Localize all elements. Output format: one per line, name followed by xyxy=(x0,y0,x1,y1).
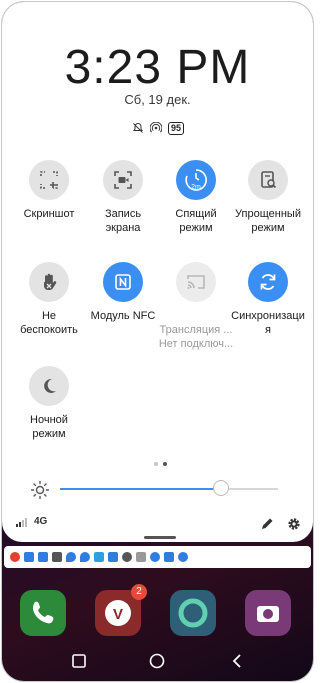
notification-badge: 2 xyxy=(131,584,147,600)
date: Сб, 19 дек. xyxy=(124,92,191,107)
tile-label: Синхронизаци я xyxy=(231,310,305,336)
cast-title: Трансляция ... xyxy=(159,324,233,336)
night-mode-icon xyxy=(29,366,69,406)
notification-icons-bar[interactable] xyxy=(4,546,311,568)
gear-icon[interactable] xyxy=(286,516,302,532)
do-not-disturb-icon xyxy=(29,262,69,302)
edge-app-icon[interactable] xyxy=(170,590,216,636)
tile-label: Спящий режим xyxy=(175,208,217,234)
sleep-timer-badge: 2m xyxy=(191,184,201,191)
gallery-app-icon xyxy=(164,552,174,562)
tile-label: Ночной режим xyxy=(30,414,68,440)
video-app-icon xyxy=(24,552,34,562)
screen-record-icon xyxy=(103,160,143,200)
tile-sync[interactable]: Синхронизаци я xyxy=(229,262,307,337)
hotspot-icon xyxy=(150,122,162,133)
camera-app-icon[interactable] xyxy=(245,590,291,636)
brightness-icon xyxy=(30,480,50,500)
panel-drag-handle[interactable] xyxy=(144,536,176,539)
clock: 3:23 PM xyxy=(64,41,251,94)
tile-screenshot[interactable]: Скриншот xyxy=(10,160,88,221)
back-icon[interactable] xyxy=(230,653,244,669)
tile-sleep-mode[interactable]: 2m Спящий режим xyxy=(157,160,235,235)
tile-label: Запись экрана xyxy=(104,208,142,234)
telegram-app-icon xyxy=(94,552,104,562)
phone-app-icon[interactable] xyxy=(20,590,66,636)
cloud-app-icon xyxy=(178,552,188,562)
cast-icon xyxy=(176,262,216,302)
quick-settings-panel: 3:23 PM Сб, 19 дек. 95 Скриншот Запись э… xyxy=(2,2,313,542)
page-dot-active xyxy=(163,462,167,466)
viber-app-icon[interactable]: V 2 xyxy=(95,584,147,636)
message-app-icon xyxy=(10,552,20,562)
tile-do-not-disturb[interactable]: Не беспокоить xyxy=(10,262,88,337)
location-app-icon xyxy=(66,552,76,562)
video-app-icon xyxy=(108,552,118,562)
tile-screen-record[interactable]: Запись экрана xyxy=(84,160,162,235)
tile-label: Упрощенный режим xyxy=(235,208,301,234)
cast-subtitle: Нет подключ... xyxy=(158,338,234,350)
brightness-slider[interactable] xyxy=(60,480,278,496)
battery-level: 95 xyxy=(168,121,185,135)
tile-night-mode[interactable]: Ночной режим xyxy=(10,366,88,441)
navigation-bar xyxy=(2,642,313,681)
check-app-icon xyxy=(150,552,160,562)
status-icons: 95 xyxy=(132,120,185,136)
maps-app-icon xyxy=(38,552,48,562)
edit-icon[interactable] xyxy=(259,516,275,532)
network-type: 4G xyxy=(34,516,48,527)
tile-nfc[interactable]: Модуль NFC xyxy=(84,262,162,323)
phone-screen: 3:23 PM Сб, 19 дек. 95 Скриншот Запись э… xyxy=(2,2,313,681)
location-app-icon xyxy=(80,552,90,562)
page-dot xyxy=(154,462,158,466)
gmail-app-icon xyxy=(52,552,62,562)
tile-label: Скриншот xyxy=(23,208,75,220)
simple-mode-icon xyxy=(248,160,288,200)
tile-simple-mode[interactable]: Упрощенный режим xyxy=(229,160,307,235)
home-icon[interactable] xyxy=(149,653,165,669)
wifi-app-icon xyxy=(136,552,146,562)
signal-icon xyxy=(16,517,27,527)
mute-icon xyxy=(133,122,143,133)
network-status: 4G xyxy=(16,516,47,527)
page-indicator xyxy=(154,462,167,466)
svg-text:V: V xyxy=(113,606,123,623)
brightness-thumb[interactable] xyxy=(213,480,230,496)
sync-icon xyxy=(248,262,288,302)
recents-icon[interactable] xyxy=(72,654,86,668)
sleep-timer-icon: 2m xyxy=(176,160,216,200)
settings-app-icon xyxy=(122,552,132,562)
tile-cast[interactable]: Трансляция ... Нет подключ... xyxy=(157,262,235,365)
tile-label: Модуль NFC xyxy=(90,310,156,322)
screenshot-icon xyxy=(29,160,69,200)
tile-label: Трансляция ... Нет подключ... xyxy=(157,309,235,365)
tile-label: Не беспокоить xyxy=(20,310,78,336)
brightness-fill xyxy=(60,488,222,490)
nfc-icon xyxy=(103,262,143,302)
